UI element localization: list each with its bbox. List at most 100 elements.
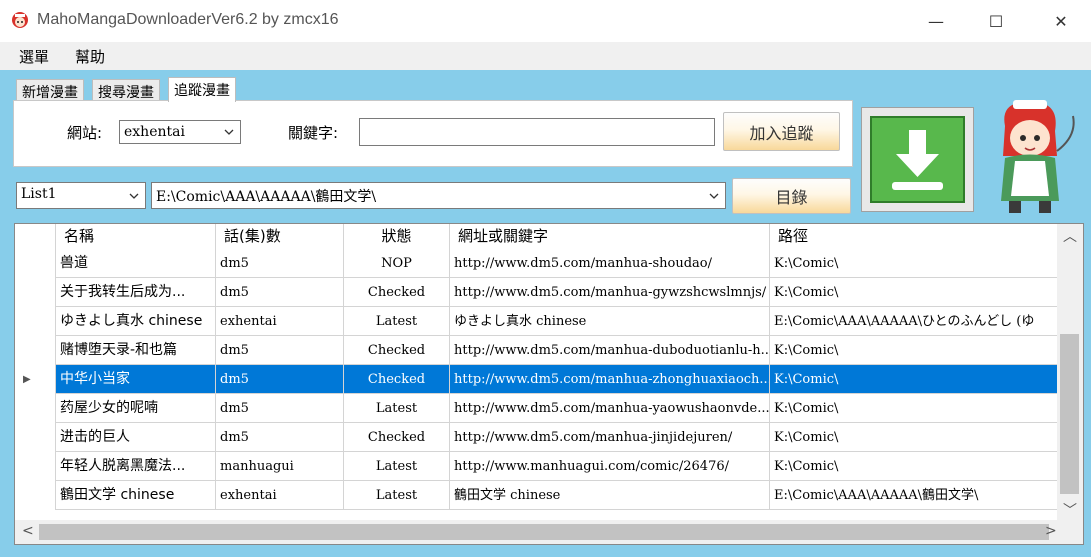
row-header[interactable] (15, 394, 56, 423)
row-header-corner (15, 224, 56, 249)
column-header-name[interactable]: 名稱 (56, 224, 216, 249)
directory-button[interactable]: 目錄 (732, 178, 851, 214)
table-row[interactable]: 药屋少女的呢喃 dm5 Latest http://www.dm5.com/manhu… (15, 394, 1057, 423)
track-panel: 網站: exhentai 關鍵字: 加入追蹤 (13, 100, 853, 167)
chevron-down-icon (129, 193, 139, 199)
title-bar: MahoMangaDownloaderVer6.2 by zmcx16 — ☐ … (0, 0, 1091, 42)
cell-episodes: dm5 (216, 249, 344, 278)
cell-path: E:\Comic\AAA\AAAAA\ひとのふんどし (ゆ (774, 314, 1035, 329)
row-header[interactable] (15, 249, 56, 278)
list-select[interactable]: List1 (16, 182, 146, 209)
cell-url: http://www.dm5.com/manhua-jinjidejuren/ (450, 423, 770, 452)
close-button[interactable]: ✕ (1031, 0, 1091, 42)
menu-item-options[interactable]: 選單 (19, 46, 49, 67)
cell-path: K:\Comic\ (774, 285, 839, 300)
row-header[interactable]: ▶ (15, 365, 56, 394)
minimize-button[interactable]: — (906, 0, 966, 42)
vertical-scroll-thumb[interactable] (1060, 334, 1079, 494)
cell-episodes: dm5 (216, 423, 344, 452)
scroll-right-icon[interactable]: > (1045, 523, 1057, 539)
column-header-episodes[interactable]: 話(集)數 (216, 224, 344, 249)
scroll-left-icon[interactable]: < (22, 523, 34, 539)
cell-url: http://www.dm5.com/manhua-shoudao/ (450, 249, 770, 278)
cell-name: 兽道 (56, 249, 216, 278)
cell-status: Checked (344, 365, 450, 394)
row-header[interactable] (15, 307, 56, 336)
site-select[interactable]: exhentai (119, 120, 241, 144)
tab-search-manga[interactable]: 搜尋漫畫 (92, 79, 160, 101)
cell-path: E:\Comic\AAA\AAAAA\鶴田文学\ (774, 488, 979, 503)
cell-status: Latest (344, 481, 450, 510)
tab-track-manga[interactable]: 追蹤漫畫 (168, 77, 236, 102)
cell-path: K:\Comic\ (774, 256, 839, 271)
cell-episodes: exhentai (216, 481, 344, 510)
cell-url: http://www.dm5.com/manhua-gywzshcwslmnjs… (450, 278, 770, 307)
add-track-button[interactable]: 加入追蹤 (723, 112, 840, 151)
menu-bar: 選單 幫助 (0, 42, 1091, 70)
row-header[interactable] (15, 481, 56, 510)
cell-episodes: dm5 (216, 336, 344, 365)
chevron-down-icon (709, 193, 719, 199)
cell-name: 中华小当家 (56, 365, 216, 394)
keyword-input[interactable] (359, 118, 715, 146)
cell-path: K:\Comic\ (774, 401, 839, 416)
cell-name: 关于我转生后成为... (56, 278, 216, 307)
download-arrow-icon (870, 116, 965, 203)
maximize-button[interactable]: ☐ (966, 0, 1026, 42)
table-row[interactable]: 鶴田文学 chinese exhentai Latest 鶴田文学 chinese E:… (15, 481, 1057, 510)
chevron-down-icon (224, 129, 234, 135)
cell-url: http://www.dm5.com/manhua-duboduotianlu-… (450, 336, 770, 365)
scroll-up-icon[interactable]: ︿ (1063, 226, 1077, 246)
row-header[interactable] (15, 278, 56, 307)
cell-path: K:\Comic\ (774, 343, 839, 358)
cell-url: ゆきよし真水 chinese (450, 307, 770, 336)
table-row[interactable]: 进击的巨人 dm5 Checked http://www.dm5.com/manhua… (15, 423, 1057, 452)
cell-name: 进击的巨人 (56, 423, 216, 452)
tab-add-manga[interactable]: 新增漫畫 (16, 79, 84, 101)
window-title: MahoMangaDownloaderVer6.2 by zmcx16 (37, 11, 339, 28)
row-header[interactable] (15, 336, 56, 365)
horizontal-scrollbar[interactable]: < > (15, 520, 1083, 544)
tracking-table: 名稱 話(集)數 狀態 網址或關鍵字 路徑 兽道 dm5 NOP http://www… (14, 223, 1084, 545)
cell-name: 年轻人脱离黑魔法... (56, 452, 216, 481)
column-header-path[interactable]: 路徑 (770, 224, 1070, 249)
cell-name: 鶴田文学 chinese (56, 481, 216, 510)
cell-episodes: exhentai (216, 307, 344, 336)
client-area: 新增漫畫 搜尋漫畫 追蹤漫畫 網站: exhentai 關鍵字: 加入追蹤 Li… (0, 70, 1091, 557)
table-row[interactable]: 赌博堕天录-和也篇 dm5 Checked http://www.dm5.com/ma… (15, 336, 1057, 365)
path-select[interactable]: E:\Comic\AAA\AAAAA\鶴田文学\ (151, 182, 726, 209)
cell-path: K:\Comic\ (774, 459, 839, 474)
cell-url: http://www.manhuagui.com/comic/26476/ (450, 452, 770, 481)
keyword-label: 關鍵字: (288, 124, 339, 142)
cell-name: 药屋少女的呢喃 (56, 394, 216, 423)
cell-episodes: dm5 (216, 365, 344, 394)
table-row[interactable]: ▶ 中华小当家 dm5 Checked http://www.dm5.com/manhu… (15, 365, 1057, 394)
cell-status: Latest (344, 452, 450, 481)
table-row[interactable]: 关于我转生后成为... dm5 Checked http://www.dm5.com/… (15, 278, 1057, 307)
menu-item-help[interactable]: 幫助 (75, 46, 105, 67)
cell-episodes: dm5 (216, 394, 344, 423)
vertical-scrollbar[interactable]: ︿ ﹀ (1057, 224, 1083, 520)
cell-status: Latest (344, 394, 450, 423)
site-label: 網站: (67, 124, 103, 142)
cell-status: Checked (344, 336, 450, 365)
scroll-down-icon[interactable]: ﹀ (1063, 500, 1077, 520)
cell-episodes: dm5 (216, 278, 344, 307)
cell-path: K:\Comic\ (774, 430, 839, 445)
cell-name: ゆきよし真水 chinese (56, 307, 216, 336)
table-row[interactable]: ゆきよし真水 chinese exhentai Latest ゆきよし真水 chine… (15, 307, 1057, 336)
cell-status: NOP (344, 249, 450, 278)
cell-url: http://www.dm5.com/manhua-yaowushaonvde.… (450, 394, 770, 423)
download-button[interactable] (861, 107, 974, 212)
cell-status: Latest (344, 307, 450, 336)
column-header-url[interactable]: 網址或關鍵字 (450, 224, 770, 249)
horizontal-scroll-thumb[interactable] (39, 524, 1049, 540)
row-header[interactable] (15, 423, 56, 452)
cell-status: Checked (344, 423, 450, 452)
cell-url: http://www.dm5.com/manhua-zhonghuaxiaoch… (450, 365, 770, 394)
table-row[interactable]: 兽道 dm5 NOP http://www.dm5.com/manhua-shouda… (15, 249, 1057, 278)
app-mascot-icon (12, 12, 28, 28)
column-header-status[interactable]: 狀態 (344, 224, 450, 249)
row-header[interactable] (15, 452, 56, 481)
table-row[interactable]: 年轻人脱离黑魔法... manhuagui Latest http://www.man… (15, 452, 1057, 481)
